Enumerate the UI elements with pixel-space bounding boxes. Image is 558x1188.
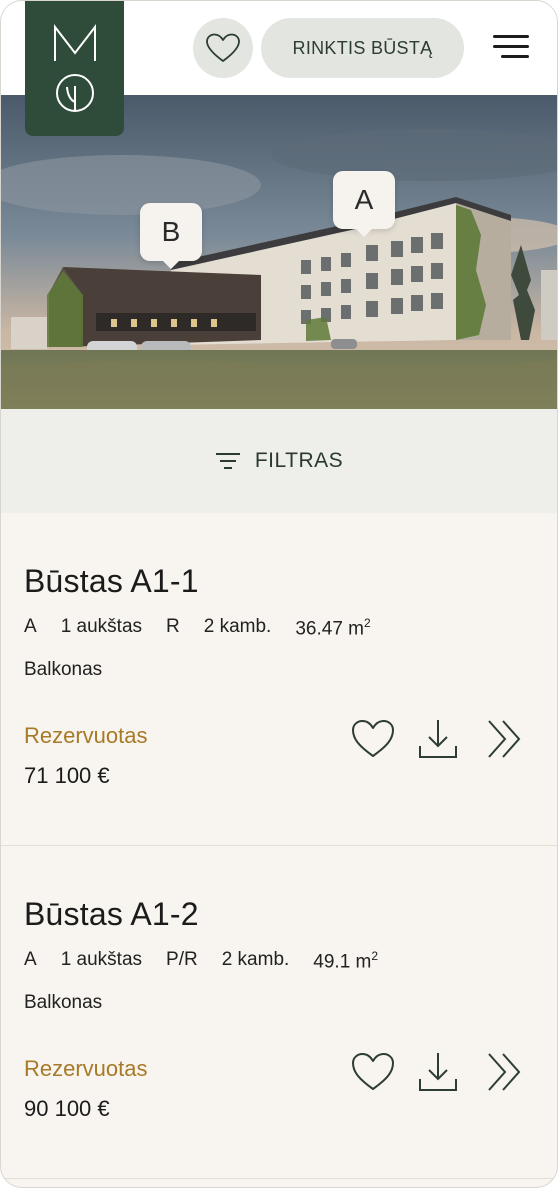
listing-specs: A 1 aukštas P/R 2 kamb. 49.1 m2 [24,949,402,973]
spec-area-sup: 2 [364,616,371,630]
hamburger-menu-icon[interactable] [489,33,529,63]
spec-orientation: R [166,616,180,637]
logo[interactable] [25,1,124,136]
listing-feature: Balkonas [24,992,103,1013]
spec-area: 36.47 m2 [295,616,370,640]
spec-area-value: 36.47 m [295,618,364,640]
choose-apartment-button[interactable]: RINKTIS BŪSTĄ [261,18,464,78]
listing-price: 71 100 € [24,763,110,788]
download-button[interactable] [414,1048,462,1096]
open-details-button[interactable] [481,1048,529,1096]
add-to-favorites-button[interactable] [349,715,397,763]
spec-area-sup: 2 [371,949,379,963]
spec-building: A [24,949,37,970]
filter-icon [215,453,240,469]
spec-area-value: 49.1 m [313,951,372,973]
status-badge: Rezervuotas [24,723,148,748]
heart-icon [206,33,240,62]
spec-rooms: 2 kamb. [221,949,290,970]
listing-price: 90 100 € [24,1096,110,1121]
open-details-button[interactable] [481,715,529,763]
logo-mark-icon [53,23,96,112]
download-button[interactable] [414,715,462,763]
listing-card[interactable]: Būstas A1-1 A 1 aukštas R 2 kamb. 36.47 … [1,513,557,846]
download-icon [419,720,457,758]
filter-label: FILTRAS [254,449,344,472]
filter-button[interactable]: FILTRAS [1,409,557,513]
spec-floor: 1 aukštas [60,949,143,970]
double-chevron-right-icon [488,1053,521,1091]
app-frame: RINKTIS BŪSTĄ B A FILTRAS Būstas A1-1 A … [0,0,558,1188]
building-illustration [1,95,557,409]
favorites-button[interactable] [193,18,253,78]
heart-icon [352,720,394,757]
status-badge: Rezervuotas [24,1056,148,1081]
listing-title: Būstas A1-1 [24,563,199,599]
listing-card[interactable]: Būstas A1-2 A 1 aukštas P/R 2 kamb. 49.1… [1,846,557,1179]
listing-title: Būstas A1-2 [24,896,199,932]
spec-building: A [24,616,37,637]
spec-area: 49.1 m2 [313,949,378,973]
heart-icon [352,1053,394,1090]
double-chevron-right-icon [488,720,521,758]
add-to-favorites-button[interactable] [349,1048,397,1096]
listing-feature: Balkonas [24,659,103,680]
building-b-pin[interactable]: B [140,203,202,269]
spec-rooms: 2 kamb. [203,616,272,637]
spec-floor: 1 aukštas [60,616,143,637]
building-a-pin[interactable]: A [333,171,395,237]
listing-specs: A 1 aukštas R 2 kamb. 36.47 m2 [24,616,395,640]
spec-orientation: P/R [166,949,198,970]
download-icon [419,1053,457,1091]
hero-building-render: B A [1,95,557,409]
